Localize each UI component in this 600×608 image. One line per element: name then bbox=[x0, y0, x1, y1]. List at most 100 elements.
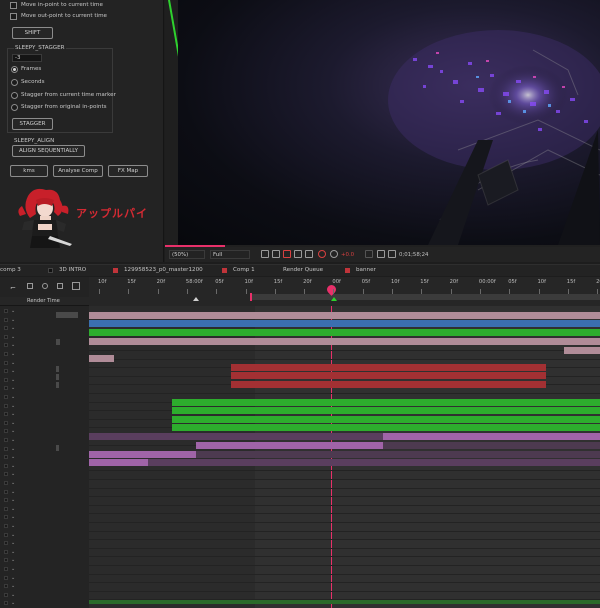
time-ruler[interactable]: 10f 15f 20f 58:00f 05f 10f 15f 20f 00f 05f 10f 15f 2… bbox=[89, 277, 600, 306]
layer-duration-bar[interactable] bbox=[172, 407, 600, 414]
move-in-point-checkbox[interactable] bbox=[10, 2, 17, 9]
layer-visibility-toggle[interactable] bbox=[4, 386, 8, 391]
layer-expand-chevron-icon[interactable]: ⌄ bbox=[11, 480, 15, 486]
layer-expand-chevron-icon[interactable]: ⌄ bbox=[11, 334, 15, 340]
layer-visibility-toggle[interactable] bbox=[4, 472, 8, 477]
layer-expand-chevron-icon[interactable]: ⌄ bbox=[11, 549, 15, 555]
resolution-dropdown[interactable]: Full bbox=[210, 250, 250, 259]
layer-expand-chevron-icon[interactable]: ⌄ bbox=[11, 523, 15, 529]
layer-visibility-toggle[interactable] bbox=[4, 395, 8, 399]
layer-expand-chevron-icon[interactable]: ⌄ bbox=[11, 437, 15, 443]
kms-button[interactable]: kms bbox=[10, 165, 48, 177]
layer-expand-chevron-icon[interactable]: ⌄ bbox=[11, 532, 15, 538]
layer-expand-chevron-icon[interactable]: ⌄ bbox=[11, 342, 15, 348]
layer-visibility-toggle[interactable] bbox=[4, 377, 8, 382]
layer-expand-chevron-icon[interactable]: ⌄ bbox=[11, 325, 15, 331]
layer-visibility-toggle[interactable] bbox=[4, 446, 8, 451]
move-out-point-checkbox[interactable] bbox=[10, 13, 17, 20]
fx-map-button[interactable]: FX Map bbox=[108, 165, 148, 177]
stagger-inpoints-radio[interactable] bbox=[11, 104, 18, 111]
layer-expand-chevron-icon[interactable]: ⌄ bbox=[11, 506, 15, 512]
layer-expand-chevron-icon[interactable]: ⌄ bbox=[11, 368, 15, 374]
work-area-bar[interactable] bbox=[252, 294, 600, 300]
frame-blend-icon[interactable] bbox=[42, 283, 48, 289]
seconds-radio[interactable] bbox=[11, 79, 18, 86]
render-time-column[interactable]: Render Time bbox=[27, 298, 60, 304]
layer-visibility-toggle[interactable] bbox=[4, 532, 8, 537]
graph-editor-icon[interactable]: ⌐ bbox=[10, 284, 16, 292]
layer-expand-chevron-icon[interactable]: ⌄ bbox=[11, 557, 15, 563]
layer-expand-chevron-icon[interactable]: ⌄ bbox=[11, 540, 15, 546]
layer-visibility-toggle[interactable] bbox=[4, 334, 8, 339]
reset-exposure-icon[interactable] bbox=[330, 250, 338, 258]
layer-visibility-toggle[interactable] bbox=[4, 463, 8, 468]
layer-expand-chevron-icon[interactable]: ⌄ bbox=[11, 583, 15, 589]
layer-expand-chevron-icon[interactable]: ⌄ bbox=[11, 377, 15, 383]
layer-visibility-toggle[interactable] bbox=[4, 498, 8, 503]
layer-expand-chevron-icon[interactable]: ⌄ bbox=[11, 317, 15, 323]
snapshot-icon[interactable] bbox=[377, 250, 385, 258]
layer-duration-bar[interactable] bbox=[196, 451, 600, 458]
layer-expand-chevron-icon[interactable]: ⌄ bbox=[11, 463, 15, 469]
layer-visibility-toggle[interactable] bbox=[4, 489, 8, 494]
layer-expand-chevron-icon[interactable]: ⌄ bbox=[11, 575, 15, 581]
layer-visibility-toggle[interactable] bbox=[4, 352, 8, 356]
layer-expand-chevron-icon[interactable]: ⌄ bbox=[11, 592, 15, 598]
layer-visibility-toggle[interactable] bbox=[4, 515, 8, 520]
layer-visibility-toggle[interactable] bbox=[4, 360, 8, 365]
timeline-tracks[interactable] bbox=[89, 306, 600, 608]
region-of-interest-icon[interactable] bbox=[261, 250, 269, 258]
layer-expand-chevron-icon[interactable]: ⌄ bbox=[11, 411, 15, 417]
stagger-marker-radio[interactable] bbox=[11, 92, 18, 99]
work-area-start-handle[interactable] bbox=[250, 293, 252, 301]
shy-icon[interactable] bbox=[27, 283, 33, 289]
timecode-display[interactable]: 0;01;58;24 bbox=[399, 250, 428, 259]
layer-visibility-toggle[interactable] bbox=[4, 343, 8, 348]
layer-duration-bar[interactable] bbox=[564, 347, 600, 354]
tab-3d-intro[interactable]: 3D INTRO bbox=[48, 267, 86, 273]
layer-duration-bar[interactable] bbox=[231, 364, 546, 371]
layer-visibility-toggle[interactable] bbox=[4, 601, 8, 606]
layer-duration-bar[interactable] bbox=[89, 329, 600, 336]
layer-visibility-toggle[interactable] bbox=[4, 455, 8, 460]
layer-duration-bar[interactable] bbox=[172, 399, 600, 406]
layer-expand-chevron-icon[interactable]: ⌄ bbox=[11, 394, 15, 400]
layer-visibility-toggle[interactable] bbox=[4, 541, 8, 546]
layer-duration-bar[interactable] bbox=[89, 355, 114, 362]
layer-duration-bar[interactable] bbox=[148, 459, 600, 466]
layer-duration-bar[interactable] bbox=[231, 372, 546, 379]
layer-duration-bar[interactable] bbox=[383, 442, 600, 449]
layer-duration-bar[interactable] bbox=[89, 433, 383, 440]
show-snapshot-icon[interactable] bbox=[388, 250, 396, 258]
exposure-value[interactable]: +0.0 bbox=[341, 250, 354, 259]
layer-expand-chevron-icon[interactable]: ⌄ bbox=[11, 497, 15, 503]
layer-visibility-toggle[interactable] bbox=[4, 524, 8, 528]
layer-visibility-toggle[interactable] bbox=[4, 317, 8, 322]
stagger-button[interactable]: STAGGER bbox=[12, 118, 53, 130]
layer-duration-bar[interactable] bbox=[172, 424, 600, 431]
layer-visibility-toggle[interactable] bbox=[4, 326, 8, 331]
layer-expand-chevron-icon[interactable]: ⌄ bbox=[11, 514, 15, 520]
analyse-comp-button[interactable]: Analyse Comp bbox=[53, 165, 103, 177]
tab-comp-1[interactable]: Comp 1 bbox=[222, 267, 255, 273]
layer-visibility-toggle[interactable] bbox=[4, 309, 8, 313]
layer-visibility-toggle[interactable] bbox=[4, 429, 8, 434]
layer-visibility-toggle[interactable] bbox=[4, 558, 8, 563]
layer-expand-chevron-icon[interactable]: ⌄ bbox=[11, 360, 15, 366]
motion-blur-icon[interactable] bbox=[57, 283, 63, 289]
layer-visibility-toggle[interactable] bbox=[4, 369, 8, 374]
layer-expand-chevron-icon[interactable]: ⌄ bbox=[11, 471, 15, 477]
layer-duration-bar[interactable] bbox=[196, 442, 383, 449]
layer-visibility-toggle[interactable] bbox=[4, 575, 8, 580]
tab-comp-3[interactable]: comp 3 bbox=[0, 267, 21, 273]
tab-master1200[interactable]: 129958523_p0_master1200 bbox=[113, 267, 203, 273]
layer-duration-bar[interactable] bbox=[231, 381, 546, 388]
tab-render-queue[interactable]: Render Queue bbox=[283, 267, 323, 273]
shift-button[interactable]: SHIFT bbox=[12, 27, 53, 39]
layer-visibility-toggle[interactable] bbox=[4, 549, 8, 554]
layer-expand-chevron-icon[interactable]: ⌄ bbox=[11, 428, 15, 434]
marker-icon[interactable] bbox=[193, 297, 199, 301]
layer-duration-bar[interactable] bbox=[89, 451, 196, 458]
layer-expand-chevron-icon[interactable]: ⌄ bbox=[11, 566, 15, 572]
layer-duration-bar[interactable] bbox=[89, 320, 600, 327]
